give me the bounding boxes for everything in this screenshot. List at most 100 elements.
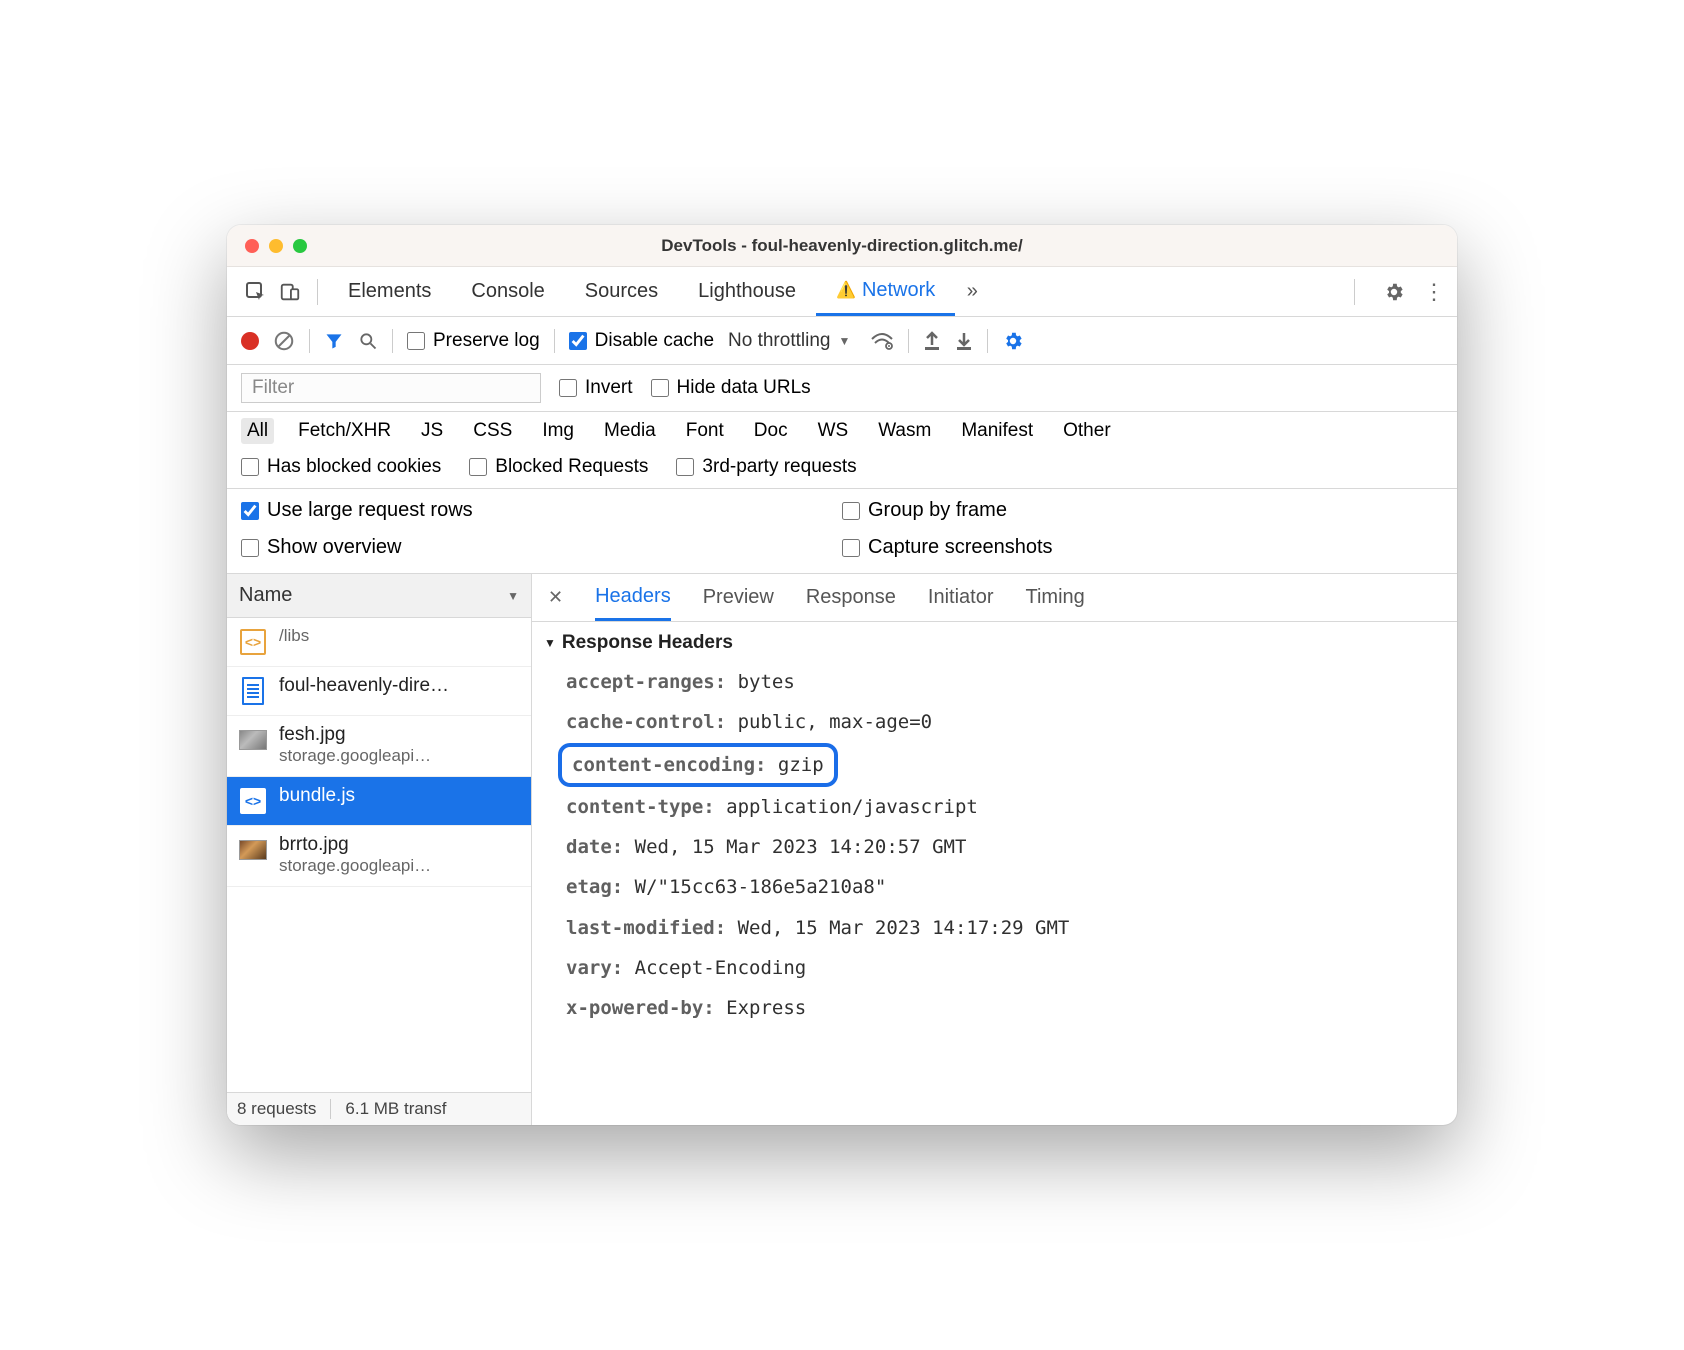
close-detail-icon[interactable]: ✕	[548, 587, 563, 608]
throttling-label: No throttling	[728, 330, 830, 352]
divider	[987, 329, 988, 353]
hide-data-urls-input[interactable]	[651, 379, 669, 397]
chevron-down-icon: ▼	[507, 589, 519, 603]
request-list-panel: Name ▼ <> /libs foul-heavenly-dire… fesh…	[227, 574, 532, 1125]
type-other[interactable]: Other	[1057, 418, 1117, 444]
large-rows-checkbox[interactable]: Use large request rows	[241, 499, 842, 522]
preserve-log-label: Preserve log	[433, 330, 540, 352]
more-tabs-icon[interactable]: »	[955, 280, 989, 303]
tab-network-label: Network	[862, 279, 935, 302]
show-overview-checkbox[interactable]: Show overview	[241, 536, 842, 559]
type-wasm[interactable]: Wasm	[872, 418, 937, 444]
panel-tabbar: Elements Console Sources Lighthouse ⚠️ N…	[227, 267, 1457, 317]
disclosure-triangle-icon: ▼	[544, 636, 556, 650]
record-button[interactable]	[241, 332, 259, 350]
script-file-icon: <>	[239, 628, 267, 656]
detail-panel: ✕ Headers Preview Response Initiator Tim…	[532, 574, 1457, 1125]
inspect-element-icon[interactable]	[239, 280, 273, 304]
invert-input[interactable]	[559, 379, 577, 397]
header-row: content-type: application/javascript	[544, 787, 1457, 827]
type-doc[interactable]: Doc	[748, 418, 794, 444]
divider	[317, 279, 318, 305]
tab-sources[interactable]: Sources	[565, 267, 678, 316]
content-splitter: Name ▼ <> /libs foul-heavenly-dire… fesh…	[227, 574, 1457, 1125]
response-headers-section[interactable]: ▼ Response Headers	[544, 628, 1457, 662]
detail-tab-timing[interactable]: Timing	[1026, 586, 1085, 609]
request-count: 8 requests	[237, 1099, 316, 1119]
tab-lighthouse[interactable]: Lighthouse	[678, 267, 816, 316]
invert-checkbox[interactable]: Invert	[559, 377, 633, 399]
throttling-select[interactable]: No throttling ▼	[728, 330, 850, 352]
device-toolbar-icon[interactable]	[273, 281, 307, 303]
download-har-icon[interactable]	[955, 331, 973, 351]
transfer-size: 6.1 MB transf	[345, 1099, 446, 1119]
preserve-log-input[interactable]	[407, 332, 425, 350]
blocked-requests-checkbox[interactable]: Blocked Requests	[469, 456, 648, 478]
type-font[interactable]: Font	[680, 418, 730, 444]
divider	[330, 1099, 331, 1119]
tab-elements[interactable]: Elements	[328, 267, 451, 316]
request-row[interactable]: foul-heavenly-dire…	[227, 667, 531, 716]
request-filter-checks: Has blocked cookies Blocked Requests 3rd…	[227, 450, 1457, 489]
network-settings-gear-icon[interactable]	[1002, 330, 1024, 352]
network-controlbar: Preserve log Disable cache No throttling…	[227, 317, 1457, 365]
third-party-checkbox[interactable]: 3rd-party requests	[676, 456, 856, 478]
filter-funnel-icon[interactable]	[324, 331, 344, 351]
disable-cache-input[interactable]	[569, 332, 587, 350]
detail-tab-response[interactable]: Response	[806, 586, 896, 609]
window-title: DevTools - foul-heavenly-direction.glitc…	[227, 236, 1457, 256]
headers-content: ▼ Response Headers accept-ranges: bytes …	[532, 622, 1457, 1041]
header-row: cache-control: public, max-age=0	[544, 702, 1457, 742]
tab-network[interactable]: ⚠️ Network	[816, 267, 955, 316]
request-row[interactable]: brrto.jpgstorage.googleapi…	[227, 826, 531, 887]
network-conditions-icon[interactable]	[870, 331, 894, 351]
request-row[interactable]: fesh.jpgstorage.googleapi…	[227, 716, 531, 777]
detail-tab-headers[interactable]: Headers	[595, 574, 671, 621]
upload-har-icon[interactable]	[923, 331, 941, 351]
request-row-selected[interactable]: <> bundle.js	[227, 777, 531, 826]
settings-gear-icon[interactable]	[1383, 281, 1405, 303]
type-fetchxhr[interactable]: Fetch/XHR	[292, 418, 397, 444]
type-img[interactable]: Img	[536, 418, 580, 444]
header-row: vary: Accept-Encoding	[544, 948, 1457, 988]
detail-tab-initiator[interactable]: Initiator	[928, 586, 994, 609]
invert-label: Invert	[585, 377, 633, 399]
disable-cache-checkbox[interactable]: Disable cache	[569, 330, 714, 352]
tab-console[interactable]: Console	[451, 267, 564, 316]
type-manifest[interactable]: Manifest	[955, 418, 1039, 444]
image-file-icon	[239, 836, 267, 864]
divider	[309, 329, 310, 353]
blocked-cookies-checkbox[interactable]: Has blocked cookies	[241, 456, 441, 478]
warning-icon: ⚠️	[836, 280, 856, 300]
header-row: x-powered-by: Express	[544, 988, 1457, 1028]
detail-tabs: ✕ Headers Preview Response Initiator Tim…	[532, 574, 1457, 622]
header-row: accept-ranges: bytes	[544, 662, 1457, 702]
header-row: date: Wed, 15 Mar 2023 14:20:57 GMT	[544, 827, 1457, 867]
clear-icon[interactable]	[273, 330, 295, 352]
divider	[1354, 279, 1355, 305]
capture-screenshots-checkbox[interactable]: Capture screenshots	[842, 536, 1443, 559]
kebab-menu-icon[interactable]: ⋮	[1423, 279, 1445, 305]
type-js[interactable]: JS	[415, 418, 449, 444]
view-option-checks: Use large request rows Show overview Gro…	[227, 489, 1457, 574]
request-row[interactable]: <> /libs	[227, 618, 531, 667]
detail-tab-preview[interactable]: Preview	[703, 586, 774, 609]
type-media[interactable]: Media	[598, 418, 662, 444]
type-css[interactable]: CSS	[467, 418, 518, 444]
filter-input[interactable]: Filter	[241, 373, 541, 403]
group-by-frame-checkbox[interactable]: Group by frame	[842, 499, 1443, 522]
disable-cache-label: Disable cache	[595, 330, 714, 352]
type-ws[interactable]: WS	[812, 418, 855, 444]
header-row-highlighted: content-encoding: gzip	[558, 743, 838, 787]
image-file-icon	[239, 726, 267, 754]
hide-data-urls-checkbox[interactable]: Hide data URLs	[651, 377, 811, 399]
chevron-down-icon: ▼	[838, 334, 850, 348]
search-icon[interactable]	[358, 331, 378, 351]
script-file-icon: <>	[239, 787, 267, 815]
name-column-header[interactable]: Name ▼	[227, 574, 531, 618]
hide-data-urls-label: Hide data URLs	[677, 377, 811, 399]
preserve-log-checkbox[interactable]: Preserve log	[407, 330, 540, 352]
divider	[554, 329, 555, 353]
devtools-window: DevTools - foul-heavenly-direction.glitc…	[227, 225, 1457, 1125]
type-all[interactable]: All	[241, 418, 274, 444]
